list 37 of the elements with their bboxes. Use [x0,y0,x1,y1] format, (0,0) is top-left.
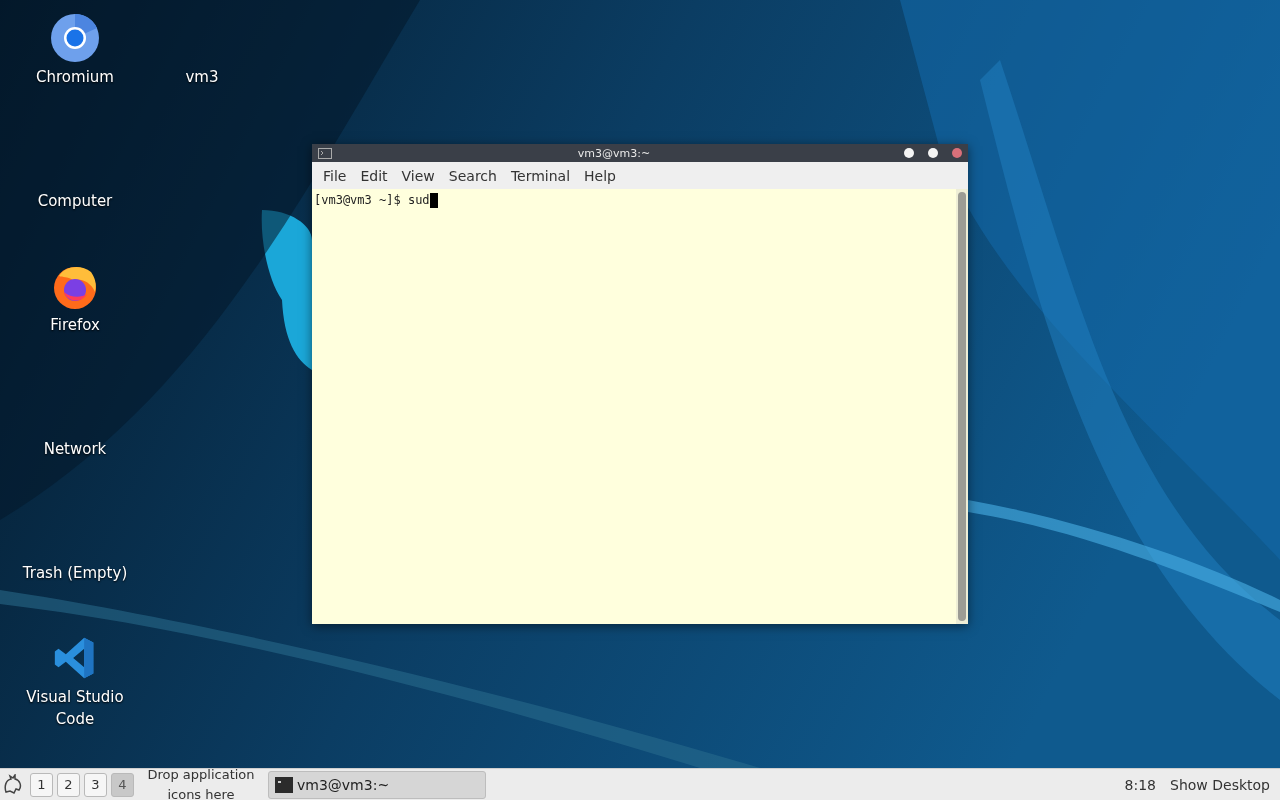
maximize-button[interactable] [928,148,938,158]
workspace-button[interactable]: 2 [57,772,80,797]
terminal-line: [vm3@vm3 ~]$ sud [314,193,430,207]
desktop-icon[interactable]: Computer [0,138,150,262]
desktop-icon-label: Chromium [35,67,115,88]
task-button[interactable]: vm3@vm3:~ [268,770,486,799]
workspace-button[interactable]: 1 [30,772,53,797]
desktop-icon[interactable]: vm3 [150,14,254,138]
desktop-icon-label: Visual Studio Code [25,687,125,730]
desktop-icon[interactable]: Chromium [0,14,150,138]
desktop-icon[interactable]: Trash (Empty) [0,510,150,634]
launcher-hint: Drop application icons here [146,765,256,800]
desktop-icon-label: Network [42,439,108,460]
menu-item[interactable]: File [316,167,354,184]
minimize-button[interactable] [904,148,914,158]
scrollbar[interactable] [958,192,966,621]
menu-item[interactable]: Search [441,167,504,184]
desktop-icon[interactable]: Network [0,386,150,510]
desktop-icon-label: Computer [36,191,114,212]
terminal-icon [275,776,293,793]
terminal-icon [318,147,332,159]
close-button[interactable] [952,148,962,158]
clock: 8:18 [1124,776,1157,793]
window-title: vm3@vm3:~ [576,146,652,160]
desktop-icon-label: Trash (Empty) [21,563,129,584]
workspace-button[interactable]: 3 [84,772,107,797]
chromium-icon [51,14,99,62]
menu-item[interactable]: Edit [353,167,395,184]
menu-item[interactable]: Terminal [503,167,578,184]
show-desktop-button[interactable]: Show Desktop [1170,776,1278,793]
desktop-icon-label: vm3 [184,67,220,88]
desktop-icon[interactable]: Firefox [0,262,150,386]
menu-item[interactable]: View [394,167,442,184]
desktop-icon-label: Firefox [49,315,101,336]
menu-item[interactable]: Help [577,167,623,184]
desktop-icon[interactable]: Visual Studio Code [0,634,150,758]
workspace-button[interactable]: 4 [111,772,134,797]
